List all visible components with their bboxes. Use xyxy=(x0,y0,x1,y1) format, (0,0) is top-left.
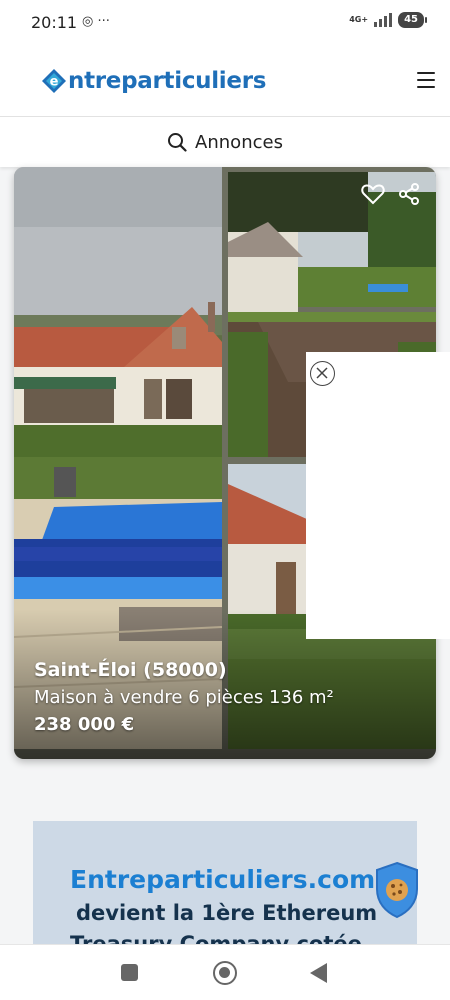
site-logo[interactable]: e ntreparticuliers xyxy=(41,64,266,98)
recent-apps-button[interactable] xyxy=(121,964,138,981)
banner-line-2: devient la 1ère Ethereum xyxy=(76,901,378,925)
close-icon[interactable] xyxy=(310,361,335,386)
listing-price: 238 000 € xyxy=(34,714,135,735)
cookie-icon[interactable] xyxy=(374,861,420,919)
listing-info: Saint-Éloi (58000) Maison à vendre 6 piè… xyxy=(34,659,334,735)
site-header: e ntreparticuliers xyxy=(0,46,450,117)
system-navigation-bar xyxy=(0,944,450,1000)
battery-icon: 45 xyxy=(398,12,427,28)
logo-text: ntreparticuliers xyxy=(68,68,267,94)
status-notification-icons: ◎ ··· xyxy=(82,14,110,29)
back-button[interactable] xyxy=(310,963,327,983)
promo-banner[interactable]: Entreparticuliers.com devient la 1ère Et… xyxy=(33,821,417,945)
home-button[interactable] xyxy=(213,961,237,985)
status-right-group: 4G+ 45 xyxy=(349,12,427,28)
listing-city: Saint-Éloi (58000) xyxy=(34,659,227,681)
share-icon[interactable] xyxy=(399,183,419,205)
status-bar: 20:11 ◎ ··· 4G+ 45 xyxy=(0,0,450,46)
signal-icon xyxy=(374,13,393,27)
network-type: 4G+ xyxy=(349,15,369,24)
search-label: Annonces xyxy=(195,131,283,153)
logo-diamond-icon: e xyxy=(42,69,66,93)
search-icon xyxy=(168,133,187,152)
status-time: 20:11 xyxy=(31,13,78,32)
search-bar[interactable]: Annonces xyxy=(0,117,450,167)
listing-description: Maison à vendre 6 pièces 136 m² xyxy=(34,687,334,708)
ad-panel[interactable] xyxy=(306,352,450,639)
heart-icon[interactable] xyxy=(361,183,385,205)
hamburger-menu-icon[interactable] xyxy=(417,72,435,88)
banner-headline: Entreparticuliers.com xyxy=(70,865,376,894)
logo-letter: e xyxy=(50,75,59,90)
